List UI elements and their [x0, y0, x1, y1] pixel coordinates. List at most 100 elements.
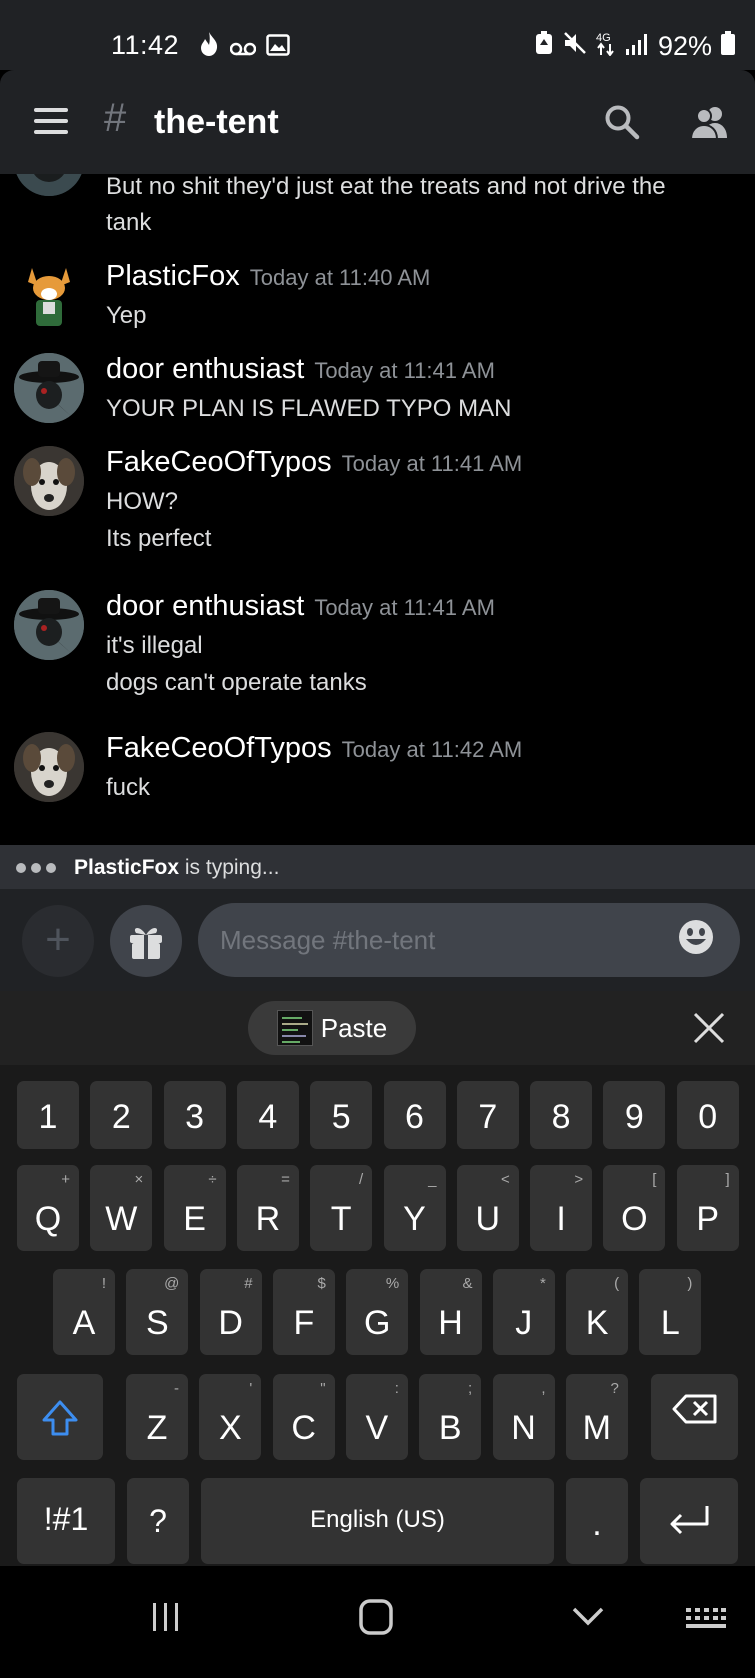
shift-key[interactable]: [17, 1374, 103, 1460]
home-icon[interactable]: [359, 1599, 393, 1640]
system-nav-bar: [0, 1566, 755, 1678]
letter-key[interactable]: (K: [566, 1269, 629, 1355]
close-icon[interactable]: [692, 1011, 726, 1050]
letter-key[interactable]: ÷ E: [163, 1165, 226, 1251]
message-timestamp: Today at 11:41 AM: [341, 451, 523, 476]
letter-key[interactable]: × W: [90, 1165, 153, 1251]
message-author[interactable]: FakeCeoOfTypos Today at 11:42 AM: [106, 732, 522, 765]
message-composer: +: [0, 889, 755, 991]
paste-button[interactable]: Paste: [248, 1001, 416, 1055]
number-key[interactable]: 5: [310, 1081, 373, 1149]
message-author[interactable]: door enthusiast Today at 11:41 AM: [106, 590, 495, 623]
avatar[interactable]: [14, 732, 84, 802]
enter-key[interactable]: [640, 1478, 738, 1564]
letter-key[interactable]: _ Y: [383, 1165, 446, 1251]
number-key[interactable]: 8: [530, 1081, 593, 1149]
letter-key[interactable]: ' X: [199, 1374, 262, 1460]
members-icon[interactable]: [689, 104, 730, 145]
search-icon[interactable]: [604, 104, 640, 145]
key-label: 3: [185, 1098, 205, 1136]
keyboard-switch-icon[interactable]: [684, 1606, 726, 1635]
key-secondary-label: !: [101, 1275, 106, 1292]
period-label: .: [592, 1505, 602, 1543]
emoji-icon[interactable]: [678, 919, 714, 960]
avatar[interactable]: [14, 174, 84, 196]
symbols-key[interactable]: !#1: [17, 1478, 115, 1564]
letter-key[interactable]: :V: [345, 1374, 408, 1460]
channel-header: # the-tent: [0, 70, 755, 174]
key-secondary-label: $: [317, 1275, 326, 1292]
message-author[interactable]: FakeCeoOfTypos Today at 11:41 AM: [106, 446, 522, 479]
svg-text:4G: 4G: [596, 32, 611, 44]
letter-key[interactable]: + Q: [17, 1165, 79, 1251]
message-input[interactable]: [198, 903, 740, 977]
letter-key[interactable]: # D: [199, 1269, 262, 1355]
author-name[interactable]: door enthusiast: [106, 353, 304, 385]
number-key[interactable]: 7: [456, 1081, 519, 1149]
letter-key[interactable]: = R: [236, 1165, 299, 1251]
number-key[interactable]: 6: [383, 1081, 446, 1149]
key-label: O: [621, 1200, 648, 1238]
number-key[interactable]: 2: [90, 1081, 153, 1149]
channel-title: the-tent: [154, 103, 279, 141]
question-key[interactable]: ?: [127, 1478, 189, 1564]
letter-key[interactable]: ) L: [639, 1269, 702, 1355]
key-secondary-label: %: [385, 1275, 400, 1292]
number-key[interactable]: 9: [603, 1081, 666, 1149]
backspace-key[interactable]: [651, 1374, 738, 1460]
number-key[interactable]: 0: [676, 1081, 739, 1149]
letter-key[interactable]: & H: [419, 1269, 482, 1355]
key-label: 1: [38, 1098, 58, 1136]
letter-key[interactable]: -Z: [126, 1374, 188, 1460]
space-key[interactable]: English (US): [201, 1478, 554, 1564]
key-secondary-label: <: [501, 1171, 510, 1188]
flame-notification-icon: [198, 31, 220, 64]
avatar[interactable]: [14, 446, 84, 516]
avatar[interactable]: [14, 260, 84, 330]
letter-key[interactable]: ! A: [53, 1269, 115, 1355]
key-secondary-label: -: [174, 1380, 179, 1397]
avatar[interactable]: [14, 353, 84, 423]
letter-key[interactable]: [O: [603, 1165, 666, 1251]
letter-key[interactable]: ] P: [676, 1165, 739, 1251]
attach-plus-button[interactable]: +: [22, 905, 94, 977]
letter-key[interactable]: ? M: [565, 1374, 628, 1460]
letter-key[interactable]: " C: [272, 1374, 335, 1460]
letter-key[interactable]: < U: [456, 1165, 519, 1251]
message-author[interactable]: door enthusiast Today at 11:41 AM: [106, 353, 495, 386]
message-line: Its perfect: [106, 525, 212, 552]
letter-key[interactable]: * J: [492, 1269, 555, 1355]
author-name[interactable]: FakeCeoOfTypos: [106, 732, 332, 764]
recents-icon[interactable]: [150, 1601, 182, 1638]
key-label: R: [255, 1200, 281, 1238]
number-key[interactable]: 1: [17, 1081, 79, 1149]
letter-key[interactable]: % G: [346, 1269, 409, 1355]
author-name[interactable]: FakeCeoOfTypos: [106, 446, 332, 478]
key-secondary-label: ]: [725, 1171, 730, 1188]
message-timestamp: Today at 11:41 AM: [314, 595, 495, 620]
shift-arrow-icon: [42, 1400, 78, 1436]
period-key[interactable]: .: [566, 1478, 628, 1564]
key-label: A: [72, 1304, 96, 1342]
key-secondary-label: #: [244, 1275, 253, 1292]
number-key[interactable]: 3: [163, 1081, 226, 1149]
letter-key[interactable]: $ F: [272, 1269, 335, 1355]
message-author[interactable]: PlasticFox Today at 11:40 AM: [106, 260, 430, 293]
letter-key[interactable]: / T: [310, 1165, 373, 1251]
hamburger-menu-icon[interactable]: [34, 108, 68, 134]
letter-key[interactable]: @ S: [126, 1269, 189, 1355]
key-secondary-label: ": [320, 1380, 326, 1397]
key-label: L: [660, 1304, 680, 1342]
avatar[interactable]: [14, 590, 84, 660]
letter-key[interactable]: ,N: [492, 1374, 555, 1460]
letter-key[interactable]: > I: [530, 1165, 593, 1251]
author-name[interactable]: PlasticFox: [106, 260, 240, 292]
gift-button[interactable]: [110, 905, 182, 977]
letter-key[interactable]: ; B: [419, 1374, 482, 1460]
hide-keyboard-chevron-icon[interactable]: [572, 1606, 604, 1633]
key-label: 2: [111, 1098, 131, 1136]
key-secondary-label: ÷: [208, 1171, 217, 1188]
number-key[interactable]: 4: [236, 1081, 299, 1149]
message-list[interactable]: But no shit they'd just eat the treats a…: [0, 174, 755, 845]
author-name[interactable]: door enthusiast: [106, 590, 304, 622]
